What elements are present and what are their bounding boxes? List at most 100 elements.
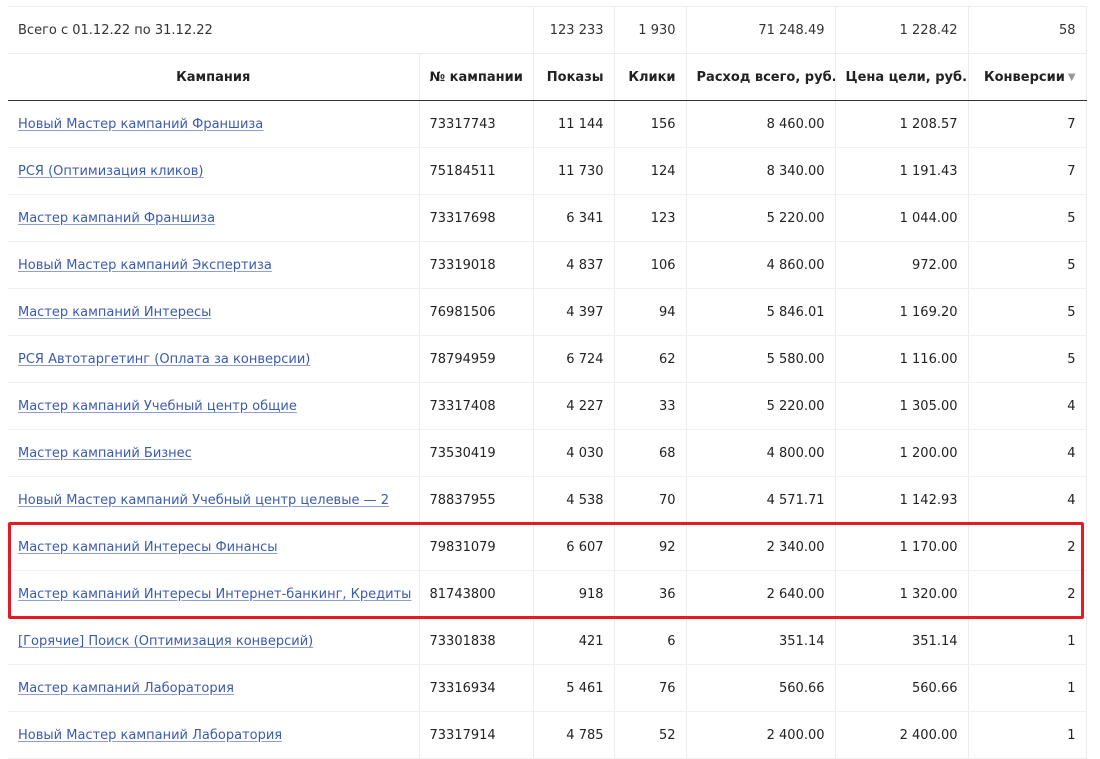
clicks-cell: 124 <box>613 147 687 195</box>
campaign-link[interactable]: Мастер кампаний Лаборатория <box>18 681 234 696</box>
clicks-cell: 106 <box>613 241 687 289</box>
shows-cell: 4 397 <box>532 288 615 336</box>
shows-cell: 4 785 <box>532 711 615 759</box>
campaign-number-cell: 78794959 <box>418 335 534 383</box>
spend-cell: 5 220.00 <box>685 194 836 242</box>
shows-cell: 6 724 <box>532 335 615 383</box>
spend-cell: 2 400.00 <box>685 711 836 759</box>
totals-row: Всего с 01.12.22 по 31.12.22 123 233 1 9… <box>8 6 1087 54</box>
campaign-link[interactable]: Мастер кампаний Интересы <box>18 305 211 320</box>
campaign-number-cell: 79831079 <box>418 523 534 571</box>
column-header-spend[interactable]: Расход всего, руб. <box>685 53 836 101</box>
column-header-campaign-label: Кампания <box>176 69 251 85</box>
shows-cell: 11 730 <box>532 147 615 195</box>
totals-period-label: Всего с 01.12.22 по 31.12.22 <box>8 6 534 54</box>
spend-cell: 5 580.00 <box>685 335 836 383</box>
column-header-campaign[interactable]: Кампания <box>8 53 419 101</box>
column-header-goal-price[interactable]: Цена цели, руб. <box>834 53 969 101</box>
campaign-number-cell: 73301838 <box>418 617 534 665</box>
campaign-link[interactable]: Мастер кампаний Бизнес <box>18 446 192 461</box>
table-row: [Горячие] Поиск (Оптимизация конверсий) 7… <box>8 617 1087 665</box>
totals-spend: 71 248.49 <box>685 6 836 54</box>
table-row: Новый Мастер кампаний Франшиза 73317743 11… <box>8 100 1087 148</box>
conversions-cell: 1 <box>967 664 1087 712</box>
campaign-name-cell: Мастер кампаний Интересы Интернет-банкин… <box>8 570 419 618</box>
campaign-link[interactable]: Новый Мастер кампаний Учебный центр целе… <box>18 493 389 508</box>
conversions-cell: 5 <box>967 194 1087 242</box>
campaign-number-cell: 76981506 <box>418 288 534 336</box>
campaign-number-cell: 81743800 <box>418 570 534 618</box>
table-row: Мастер кампаний Франшиза 73317698 6 341 123… <box>8 194 1087 242</box>
clicks-cell: 62 <box>613 335 687 383</box>
column-header-shows-label: Показы <box>546 69 604 85</box>
shows-cell: 6 341 <box>532 194 615 242</box>
campaign-link[interactable]: РСЯ Автотаргетинг (Оплата за конверсии) <box>18 352 310 367</box>
table-row: Мастер кампаний Лаборатория 73316934 5 461… <box>8 664 1087 712</box>
clicks-cell: 92 <box>613 523 687 571</box>
spend-cell: 8 460.00 <box>685 100 836 148</box>
spend-cell: 560.66 <box>685 664 836 712</box>
conversions-cell: 7 <box>967 147 1087 195</box>
column-header-shows[interactable]: Показы <box>532 53 615 101</box>
shows-cell: 421 <box>532 617 615 665</box>
campaign-stats-grid: Всего с 01.12.22 по 31.12.22 123 233 1 9… <box>8 6 1087 759</box>
goal-price-cell: 1 170.00 <box>834 523 969 571</box>
campaign-name-cell: [Горячие] Поиск (Оптимизация конверсий) <box>8 617 419 665</box>
campaign-link[interactable]: Новый Мастер кампаний Франшиза <box>18 117 263 132</box>
campaign-number-cell: 73316934 <box>418 664 534 712</box>
conversions-cell: 4 <box>967 476 1087 524</box>
conversions-cell: 5 <box>967 288 1087 336</box>
clicks-cell: 123 <box>613 194 687 242</box>
table-row: Новый Мастер кампаний Лаборатория 7331791… <box>8 711 1087 759</box>
goal-price-cell: 351.14 <box>834 617 969 665</box>
conversions-cell: 4 <box>967 429 1087 477</box>
table-row: Новый Мастер кампаний Учебный центр целе… <box>8 476 1087 524</box>
table-row: Мастер кампаний Интересы Интернет-банкин… <box>8 570 1087 618</box>
campaign-link[interactable]: РСЯ (Оптимизация кликов) <box>18 164 203 179</box>
shows-cell: 5 461 <box>532 664 615 712</box>
spend-cell: 4 860.00 <box>685 241 836 289</box>
campaign-stats-table: Всего с 01.12.22 по 31.12.22 123 233 1 9… <box>8 6 1087 759</box>
clicks-cell: 156 <box>613 100 687 148</box>
conversions-cell: 2 <box>967 570 1087 618</box>
totals-shows: 123 233 <box>532 6 615 54</box>
campaign-number-cell: 73530419 <box>418 429 534 477</box>
shows-cell: 918 <box>532 570 615 618</box>
sort-desc-icon[interactable]: ▼ <box>1068 72 1076 83</box>
conversions-cell: 5 <box>967 241 1087 289</box>
spend-cell: 5 846.01 <box>685 288 836 336</box>
spend-cell: 8 340.00 <box>685 147 836 195</box>
goal-price-cell: 972.00 <box>834 241 969 289</box>
spend-cell: 4 571.71 <box>685 476 836 524</box>
clicks-cell: 94 <box>613 288 687 336</box>
table-row: Мастер кампаний Интересы Финансы 79831079… <box>8 523 1087 571</box>
table-row: Мастер кампаний Интересы 76981506 4 397 94 5… <box>8 288 1087 336</box>
conversions-cell: 1 <box>967 711 1087 759</box>
campaign-number-cell: 75184511 <box>418 147 534 195</box>
clicks-cell: 52 <box>613 711 687 759</box>
campaign-name-cell: Новый Мастер кампаний Экспертиза <box>8 241 419 289</box>
spend-cell: 5 220.00 <box>685 382 836 430</box>
table-row: Новый Мастер кампаний Экспертиза 73319018… <box>8 241 1087 289</box>
campaign-link[interactable]: Мастер кампаний Учебный центр общие <box>18 399 297 414</box>
campaign-name-cell: Мастер кампаний Учебный центр общие <box>8 382 419 430</box>
column-header-clicks[interactable]: Клики <box>613 53 687 101</box>
campaign-name-cell: РСЯ (Оптимизация кликов) <box>8 147 419 195</box>
campaign-link[interactable]: [Горячие] Поиск (Оптимизация конверсий) <box>18 634 313 649</box>
campaign-number-cell: 73319018 <box>418 241 534 289</box>
conversions-cell: 2 <box>967 523 1087 571</box>
goal-price-cell: 560.66 <box>834 664 969 712</box>
column-header-conversions[interactable]: Конверсии ▼ <box>967 53 1087 101</box>
conversions-cell: 5 <box>967 335 1087 383</box>
column-header-conversions-label: Конверсии <box>984 69 1065 85</box>
column-header-number[interactable]: № кампании <box>418 53 534 101</box>
goal-price-cell: 1 200.00 <box>834 429 969 477</box>
goal-price-cell: 1 169.20 <box>834 288 969 336</box>
campaign-link[interactable]: Новый Мастер кампаний Экспертиза <box>18 258 272 273</box>
clicks-cell: 6 <box>613 617 687 665</box>
campaign-link[interactable]: Мастер кампаний Интересы Финансы <box>18 540 278 555</box>
campaign-link[interactable]: Новый Мастер кампаний Лаборатория <box>18 728 282 743</box>
campaign-number-cell: 73317698 <box>418 194 534 242</box>
campaign-link[interactable]: Мастер кампаний Интересы Интернет-банкин… <box>18 587 411 602</box>
campaign-link[interactable]: Мастер кампаний Франшиза <box>18 211 215 226</box>
